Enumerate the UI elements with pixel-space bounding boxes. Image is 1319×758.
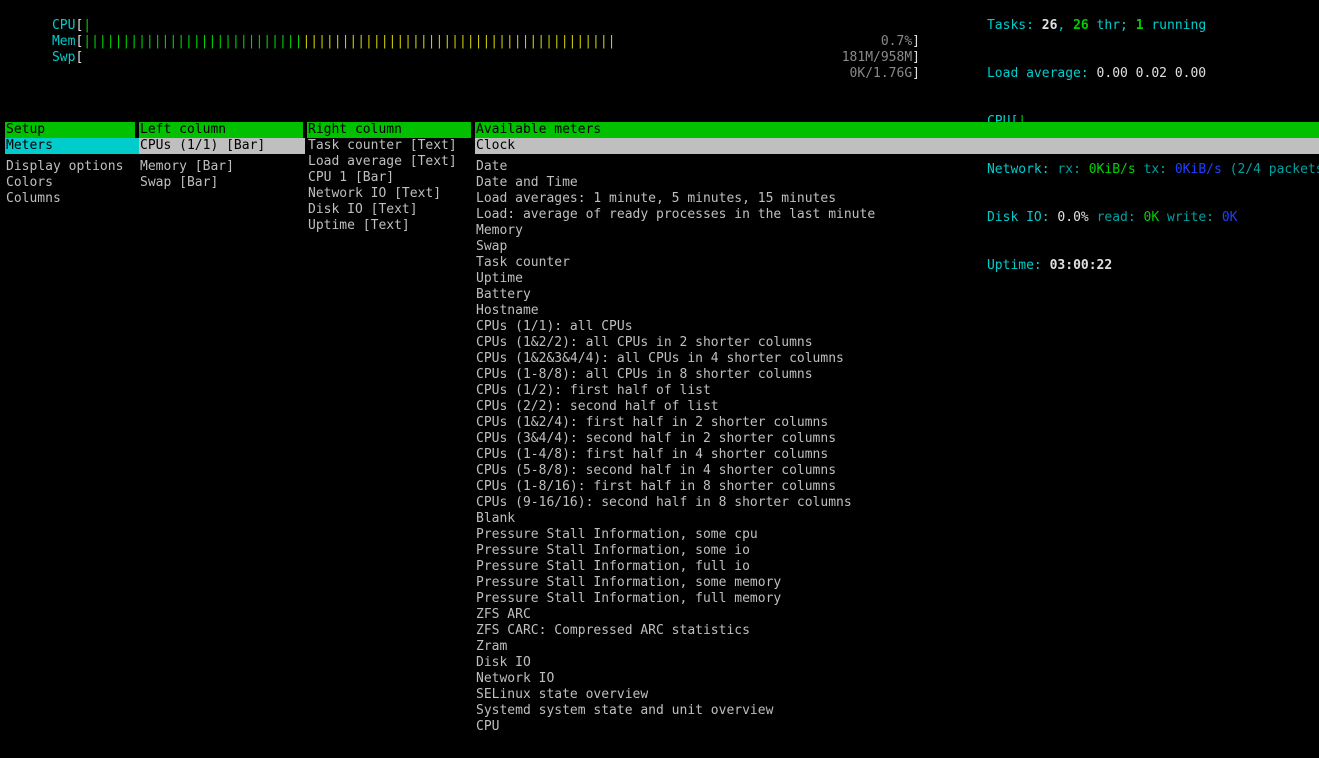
right-column: Right column Task counter [Text]Load ave… (307, 122, 471, 234)
left-column-header: Left column (139, 122, 303, 138)
available-meters-header: Available meters (475, 122, 1319, 138)
available-meters-column: Available meters Clock (475, 122, 1319, 735)
list-item[interactable]: Disk IO (475, 655, 1319, 671)
mem-bars-yellow: |||||||||||||||||||||||||||||||||||||||| (302, 34, 615, 49)
list-item[interactable]: SELinux state overview (475, 687, 1319, 703)
list-item[interactable]: CPUs (2/2): second half of list (475, 399, 1319, 415)
list-item[interactable]: Memory (475, 223, 1319, 239)
list-item[interactable]: CPUs (1-8/8): all CPUs in 8 shorter colu… (475, 367, 1319, 383)
list-item[interactable]: Pressure Stall Information, some io (475, 543, 1319, 559)
setup-panel: Setup Meters Display optionsColorsColumn… (5, 122, 1319, 735)
list-item[interactable]: Uptime [Text] (307, 218, 471, 234)
list-item[interactable]: Load average [Text] (307, 154, 471, 170)
list-item[interactable]: Network IO (475, 671, 1319, 687)
list-item[interactable]: ZFS CARC: Compressed ARC statistics (475, 623, 1319, 639)
list-item[interactable]: Uptime (475, 271, 1319, 287)
cpu-label: CPU (52, 18, 75, 33)
list-item[interactable]: Pressure Stall Information, some memory (475, 575, 1319, 591)
list-item[interactable]: Colors (5, 175, 135, 191)
list-item[interactable]: Task counter [Text] (307, 138, 471, 154)
list-item[interactable]: CPUs (1/1) [Bar] (139, 138, 305, 154)
list-item[interactable]: Task counter (475, 255, 1319, 271)
list-item[interactable]: CPUs (1&2/4): first half in 2 shorter co… (475, 415, 1319, 431)
list-item[interactable]: Pressure Stall Information, full io (475, 559, 1319, 575)
list-item[interactable]: CPUs (1/1): all CPUs (475, 319, 1319, 335)
mem-bars-green: |||||||||||||||||||||||||||| (83, 34, 302, 49)
mem-value: 181M/958M (842, 50, 912, 65)
list-item[interactable]: CPU 1 [Bar] (307, 170, 471, 186)
tasks-line: Tasks: 26, 26 thr; 1 running (940, 2, 1319, 50)
list-item[interactable]: CPUs (1/2): first half of list (475, 383, 1319, 399)
list-item[interactable]: Memory [Bar] (139, 159, 303, 175)
list-item[interactable]: Systemd system state and unit overview (475, 703, 1319, 719)
list-item[interactable]: Display options (5, 159, 135, 175)
list-item[interactable]: Disk IO [Text] (307, 202, 471, 218)
list-item[interactable]: CPU (475, 719, 1319, 735)
list-item[interactable]: Swap [Bar] (139, 175, 303, 191)
swp-label: Swp (52, 50, 75, 65)
setup-column: Setup Meters Display optionsColorsColumn… (5, 122, 135, 207)
list-item[interactable]: Load: average of ready processes in the … (475, 207, 1319, 223)
list-item[interactable]: CPUs (3&4/4): second half in 2 shorter c… (475, 431, 1319, 447)
list-item[interactable]: Pressure Stall Information, some cpu (475, 527, 1319, 543)
list-item[interactable]: Swap (475, 239, 1319, 255)
list-item[interactable]: Zram (475, 639, 1319, 655)
list-item[interactable]: CPUs (1&2/2): all CPUs in 2 shorter colu… (475, 335, 1319, 351)
list-item[interactable]: CPUs (1-8/16): first half in 8 shorter c… (475, 479, 1319, 495)
list-item[interactable]: Network IO [Text] (307, 186, 471, 202)
list-item[interactable]: ZFS ARC (475, 607, 1319, 623)
list-item[interactable]: CPUs (5-8/8): second half in 4 shorter c… (475, 463, 1319, 479)
right-column-header: Right column (307, 122, 471, 138)
list-item[interactable]: Date and Time (475, 175, 1319, 191)
list-item[interactable]: Date (475, 159, 1319, 175)
list-item[interactable]: Blank (475, 511, 1319, 527)
list-item[interactable]: Battery (475, 287, 1319, 303)
list-item[interactable]: Columns (5, 191, 135, 207)
left-column: Left column CPUs (1/1) [Bar] Memory [Bar… (139, 122, 303, 191)
list-item[interactable]: CPUs (1-4/8): first half in 4 shorter co… (475, 447, 1319, 463)
swp-value: 0K/1.76G (850, 66, 913, 81)
cpu-bars: | (83, 18, 91, 33)
list-item[interactable]: Meters (5, 138, 140, 154)
load-line: Load average: 0.00 0.02 0.00 (940, 50, 1319, 98)
list-item[interactable]: Load averages: 1 minute, 5 minutes, 15 m… (475, 191, 1319, 207)
list-item[interactable]: Clock (475, 138, 1319, 154)
list-item[interactable]: Hostname (475, 303, 1319, 319)
cpu-value: 0.7% (881, 34, 912, 49)
list-item[interactable]: Pressure Stall Information, full memory (475, 591, 1319, 607)
setup-header: Setup (5, 122, 135, 138)
list-item[interactable]: CPUs (9-16/16): second half in 8 shorter… (475, 495, 1319, 511)
list-item[interactable]: CPUs (1&2&3&4/4): all CPUs in 4 shorter … (475, 351, 1319, 367)
mem-label: Mem (52, 34, 75, 49)
